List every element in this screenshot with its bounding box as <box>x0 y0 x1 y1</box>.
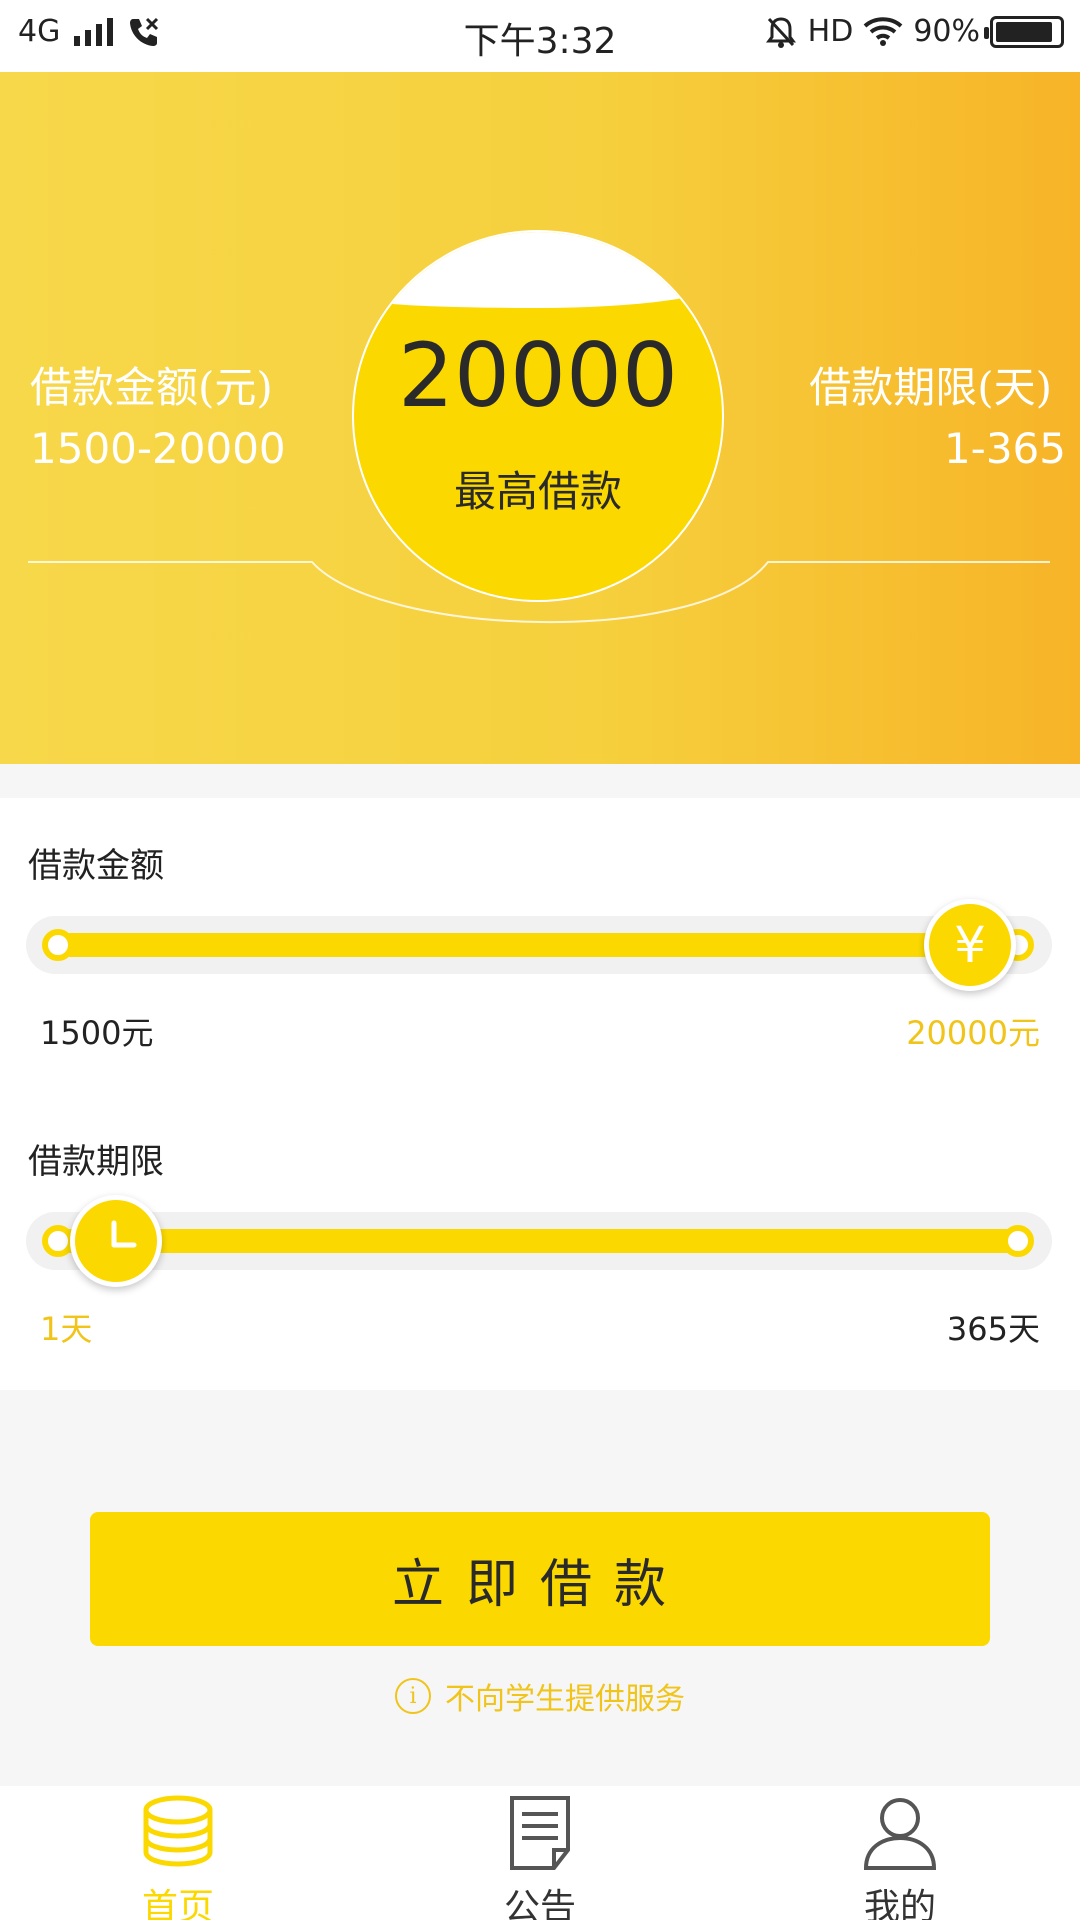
hero-amount-range: 1500-20000 <box>30 424 286 473</box>
clock-icon <box>111 1220 137 1248</box>
term-slider-knob[interactable] <box>70 1195 162 1287</box>
document-icon <box>510 1796 570 1870</box>
max-loan-circle: 20000 最高借款 <box>352 230 724 602</box>
user-icon <box>863 1798 937 1870</box>
info-icon: i <box>395 1678 431 1714</box>
amount-slider[interactable]: ¥ <box>26 899 1052 991</box>
term-min-label: 1天 <box>40 1310 93 1348</box>
notice-text: 不向学生提供服务 <box>445 1682 685 1717</box>
term-slider-bar <box>58 1229 1020 1253</box>
battery-percent: 90% <box>913 14 980 49</box>
amount-max-label: 20000元 <box>906 1014 1040 1052</box>
borrow-now-button[interactable]: 立即借款 <box>90 1512 990 1646</box>
max-loan-caption: 最高借款 <box>453 467 622 516</box>
max-loan-amount: 20000 <box>398 324 678 427</box>
term-section-title: 借款期限 <box>28 1142 164 1182</box>
hd-indicator: HD <box>807 14 854 49</box>
status-right: HD 90% <box>764 14 1064 49</box>
mute-bell-icon <box>765 16 796 48</box>
tab-mine[interactable]: 我的 <box>800 1786 1000 1920</box>
tab-mine-label: 我的 <box>863 1887 936 1920</box>
hero-banner: 借款金额(元) 1500-20000 借款期限(天) 1-365 20000 最… <box>0 72 1080 764</box>
student-notice: i 不向学生提供服务 <box>0 1674 1080 1718</box>
tab-announcements-label: 公告 <box>503 1887 576 1920</box>
tab-announcements[interactable]: 公告 <box>440 1786 640 1920</box>
coins-icon <box>143 1795 213 1867</box>
status-bar: 4G 下午3:32 HD 90% <box>0 0 1080 72</box>
bottom-tab-bar: 首页 公告 我的 <box>0 1786 1080 1920</box>
hero-amount-label: 借款金额(元) <box>30 363 273 412</box>
amount-section-title: 借款金额 <box>28 846 164 886</box>
hero-term-label: 借款期限(天) <box>809 363 1052 412</box>
wifi-icon <box>863 16 903 46</box>
amount-slider-bar <box>58 933 1020 957</box>
amount-slider-knob[interactable]: ¥ <box>924 899 1016 991</box>
term-slider-max-dot <box>1002 1225 1034 1257</box>
yen-icon: ¥ <box>954 916 986 974</box>
amount-slider-min-dot <box>42 929 74 961</box>
amount-min-label: 1500元 <box>40 1014 154 1052</box>
tab-home[interactable]: 首页 <box>78 1786 278 1920</box>
term-max-label: 365天 <box>946 1310 1040 1348</box>
slider-card: 借款金额 ¥ 1500元 20000元 借款期限 1天 365天 <box>0 798 1080 1390</box>
circle-highlight <box>354 232 722 308</box>
battery-icon <box>984 15 1064 48</box>
tab-home-label: 首页 <box>141 1887 214 1920</box>
hero-term-range: 1-365 <box>943 424 1066 473</box>
term-slider[interactable] <box>26 1195 1052 1287</box>
